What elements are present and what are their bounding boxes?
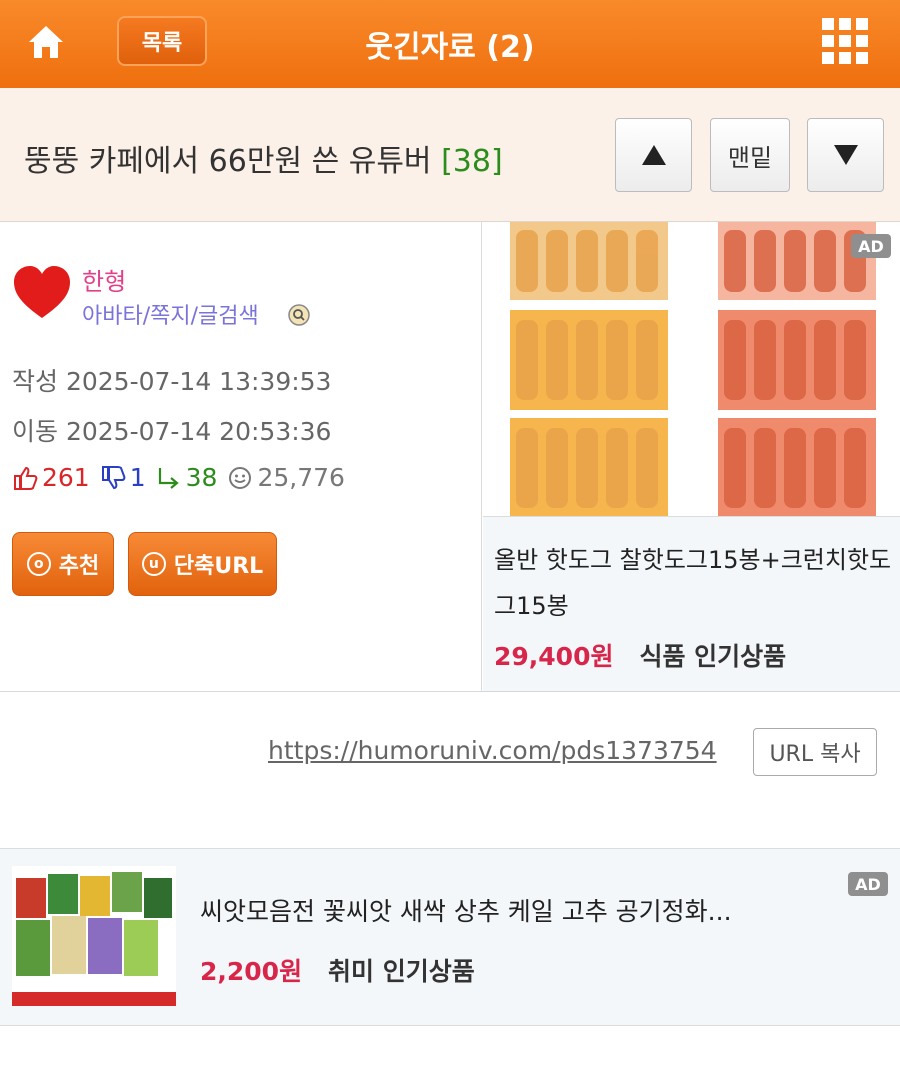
ad2-product-name[interactable]: 씨앗모음전 꽃씨앗 새싹 상추 케일 고추 공기정화... bbox=[200, 892, 732, 928]
list-button[interactable]: 목록 bbox=[117, 16, 207, 66]
grid-menu-icon bbox=[856, 18, 868, 30]
reply-stat[interactable]: 38 bbox=[156, 463, 218, 492]
post-url-link[interactable]: https://humoruniv.com/pds1373754 bbox=[268, 736, 717, 765]
dislike-stat[interactable]: 1 bbox=[100, 463, 146, 492]
like-stat[interactable]: 261 bbox=[12, 463, 90, 492]
view-count: 25,776 bbox=[257, 463, 345, 492]
url-circle-icon: u bbox=[141, 552, 166, 576]
grid-menu-icon bbox=[856, 35, 868, 47]
ad1-category: 식품 인기상품 bbox=[639, 642, 787, 671]
view-stat: 25,776 bbox=[227, 463, 345, 492]
triangle-down-icon bbox=[833, 145, 858, 165]
thumbs-down-icon bbox=[101, 465, 126, 489]
dislike-count: 1 bbox=[129, 463, 146, 492]
author-links[interactable]: 아바타/쪽지/글검색 bbox=[82, 298, 259, 330]
reply-arrow-icon bbox=[158, 467, 179, 489]
ad2-price: 2,200원 bbox=[200, 957, 303, 986]
grid-menu-icon bbox=[839, 52, 851, 64]
reply-count: 38 bbox=[185, 463, 218, 492]
short-url-button[interactable]: u 단축URL bbox=[128, 532, 277, 596]
ad1-product-name[interactable]: 올반 핫도그 찰핫도그15봉+크런치핫도그15봉 bbox=[494, 537, 894, 629]
recommend-circle-icon: o bbox=[26, 552, 51, 576]
grid-menu-button[interactable] bbox=[820, 16, 872, 68]
recommend-button[interactable]: o 추천 bbox=[12, 532, 114, 596]
ad2-category: 취미 인기상품 bbox=[328, 957, 475, 986]
post-stats: 261 1 38 25,776 bbox=[12, 463, 355, 492]
home-icon bbox=[29, 26, 63, 58]
grid-menu-icon bbox=[822, 18, 834, 30]
scroll-bottom-button[interactable]: 맨밑 bbox=[710, 118, 790, 192]
ad2-price-row: 2,200원 취미 인기상품 bbox=[200, 952, 475, 988]
ad-badge: AD bbox=[851, 234, 891, 258]
top-header: 목록 웃긴자료 (2) bbox=[0, 0, 900, 88]
like-count: 261 bbox=[42, 463, 90, 492]
written-time: 작성 2025-07-14 13:39:53 bbox=[12, 367, 332, 396]
home-button[interactable] bbox=[20, 16, 72, 68]
ad2-product-image[interactable] bbox=[12, 866, 176, 1006]
author-name[interactable]: 한형 bbox=[82, 262, 126, 297]
seed-packets-image bbox=[12, 866, 176, 1006]
url-copy-button[interactable]: URL 복사 bbox=[753, 728, 877, 776]
hotdog-package-image bbox=[483, 222, 900, 516]
grid-menu-icon bbox=[822, 35, 834, 47]
page: 목록 웃긴자료 (2) 뚱뚱 카페에서 66만원 쓴 유튜버 [38] 맨밑 한… bbox=[0, 0, 900, 1084]
grid-menu-icon bbox=[839, 35, 851, 47]
moved-time: 이동 2025-07-14 20:53:36 bbox=[12, 417, 332, 446]
smiley-icon bbox=[229, 466, 252, 489]
avatar[interactable] bbox=[12, 262, 72, 322]
search-icon[interactable] bbox=[287, 303, 311, 327]
grid-menu-icon bbox=[822, 52, 834, 64]
grid-menu-icon bbox=[839, 18, 851, 30]
ad1-price-row: 29,400원 식품 인기상품 bbox=[494, 637, 786, 673]
grid-menu-icon bbox=[856, 52, 868, 64]
thumbs-up-icon bbox=[14, 466, 38, 490]
author-panel bbox=[0, 222, 482, 692]
ad1-price: 29,400원 bbox=[494, 642, 614, 671]
section-divider bbox=[0, 691, 900, 692]
short-url-label: 단축URL bbox=[173, 554, 264, 579]
ad1-product-image[interactable]: AD bbox=[483, 222, 900, 516]
ad-badge: AD bbox=[848, 872, 888, 896]
post-title-text: 뚱뚱 카페에서 66만원 쓴 유튜버 bbox=[24, 144, 432, 179]
comment-count: [38] bbox=[441, 144, 503, 179]
scroll-up-button[interactable] bbox=[615, 118, 692, 192]
recommend-label: 추천 bbox=[58, 554, 100, 579]
triangle-up-icon bbox=[641, 145, 666, 165]
post-title: 뚱뚱 카페에서 66만원 쓴 유튜버 [38] bbox=[24, 136, 503, 180]
scroll-down-button[interactable] bbox=[807, 118, 884, 192]
